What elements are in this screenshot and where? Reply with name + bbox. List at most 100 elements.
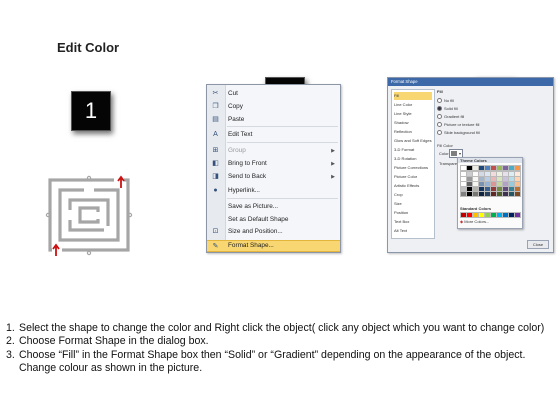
submenu-arrow-icon: ▶ [331, 161, 335, 167]
instructions-list: 1. Select the shape to change the color a… [6, 322, 554, 376]
scissors-icon: ✂ [212, 90, 219, 97]
more-colors-label: More Colors... [464, 219, 490, 224]
menu-item-label: Hyperlink... [228, 187, 260, 194]
menu-item-label: Cut [228, 90, 238, 97]
menu-separator [227, 126, 338, 127]
instruction-text: Choose Format Shape in the dialog box. [19, 335, 209, 348]
theme-colors-label: Theme Colors [458, 158, 522, 163]
step-badge-1: 1 [71, 91, 111, 131]
maze-shape[interactable] [44, 174, 134, 256]
menu-item-label: Edit Text [228, 131, 253, 138]
instruction-step: 3. Choose “Fill” in the Format Shape box … [6, 349, 554, 376]
nav-item-line-style[interactable]: Line Style [394, 110, 432, 118]
standard-color-swatch[interactable] [514, 212, 521, 218]
fill-option-label: Slide background fill [444, 130, 480, 135]
bring-front-icon: ◧ [212, 160, 219, 167]
instruction-number: 2. [6, 335, 15, 348]
menu-item-copy[interactable]: ❐ Copy [207, 101, 340, 113]
radio-icon [437, 98, 442, 104]
more-colors-link[interactable]: ◆ More Colors... [460, 219, 489, 224]
menu-item-label: Paste [228, 116, 245, 123]
nav-item-shadow[interactable]: Shadow [394, 119, 432, 127]
size-position-icon: ⊡ [212, 228, 219, 235]
instruction-number: 3. [6, 348, 15, 361]
menu-separator [227, 142, 338, 143]
nav-item-fill[interactable]: Fill [394, 92, 432, 100]
menu-item-set-as-default-shape[interactable]: Set as Default Shape [207, 214, 340, 226]
radio-icon [437, 122, 442, 128]
fill-option-no-fill[interactable]: No fill [437, 98, 455, 104]
send-back-icon: ◨ [212, 173, 219, 180]
close-button[interactable]: Close [527, 240, 549, 249]
fill-option-solid-fill[interactable]: Solid fill [437, 106, 458, 112]
nav-item-line-color[interactable]: Line Color [394, 101, 432, 109]
menu-item-group[interactable]: ⊞ Group ▶ [207, 145, 340, 157]
menu-item-hyperlink[interactable]: ● Hyperlink... [207, 185, 340, 197]
nav-item-3-d-format[interactable]: 3-D Format [394, 146, 432, 154]
menu-item-label: Size and Position... [228, 228, 283, 235]
nav-item-picture-color[interactable]: Picture Color [394, 173, 432, 181]
nav-item-glow-and-soft-edges[interactable]: Glow and Soft Edges [394, 137, 432, 145]
menu-item-send-to-back[interactable]: ◨ Send to Back ▶ [207, 171, 340, 183]
format-shape-dialog: Format Shape Fill Line Color Line Style Sha… [387, 77, 554, 253]
nav-item-picture-corrections[interactable]: Picture Corrections [394, 164, 432, 172]
menu-item-label: Save as Picture... [228, 203, 279, 210]
menu-item-label: Copy [228, 103, 243, 110]
nav-item-size[interactable]: Size [394, 200, 432, 208]
menu-item-label: Send to Back [228, 173, 267, 180]
maze-icon [45, 175, 133, 256]
instruction-step: 1. Select the shape to change the color a… [6, 322, 554, 335]
menu-item-cut[interactable]: ✂ Cut [207, 88, 340, 100]
dialog-nav-list: Fill Line Color Line Style Shadow Reflection… [391, 89, 435, 239]
fill-option-label: No fill [444, 98, 455, 103]
edit-text-icon: A [213, 131, 218, 138]
page-title: Edit Color [57, 40, 120, 55]
fill-option-slide-background-fill[interactable]: Slide background fill [437, 130, 480, 136]
instruction-number: 1. [6, 322, 15, 334]
menu-item-edit-text[interactable]: A Edit Text [207, 129, 340, 141]
nav-item-text-box[interactable]: Text Box [394, 218, 432, 226]
fill-color-heading: Fill Color [437, 143, 453, 148]
menu-item-label: Format Shape... [228, 242, 274, 249]
color-swatch[interactable] [514, 191, 521, 197]
nav-item-reflection[interactable]: Reflection [394, 128, 432, 136]
radio-icon [437, 130, 442, 136]
fill-option-label: Picture or texture fill [444, 122, 480, 127]
menu-item-format-shape[interactable]: ✎ Format Shape... [207, 240, 340, 252]
submenu-arrow-icon: ▶ [331, 174, 335, 180]
menu-item-paste[interactable]: ▤ Paste [207, 114, 340, 126]
standard-colors-label: Standard Colors [460, 206, 492, 211]
nav-item-crop[interactable]: Crop [394, 191, 432, 199]
palette-icon: ◆ [460, 219, 464, 224]
nav-item-artistic-effects[interactable]: Artistic Effects [394, 182, 432, 190]
radio-icon [437, 106, 442, 112]
menu-separator [227, 198, 338, 199]
paste-icon: ▤ [212, 116, 219, 123]
chevron-down-icon: ▾ [458, 151, 461, 156]
fill-option-gradient-fill[interactable]: Gradient fill [437, 114, 465, 120]
menu-item-label: Set as Default Shape [228, 216, 289, 223]
menu-item-size-and-position[interactable]: ⊡ Size and Position... [207, 226, 340, 238]
context-menu: ✂ Cut ❐ Copy ▤ Paste A Edit Text ⊞ Group ▶ ◧ Bring t… [206, 84, 341, 253]
menu-item-label: Bring to Front [228, 160, 267, 167]
fill-option-label: Solid fill [444, 106, 458, 111]
radio-icon [437, 114, 442, 120]
nav-item-alt-text[interactable]: Alt Text [394, 227, 432, 235]
nav-item-3-d-rotation[interactable]: 3-D Rotation [394, 155, 432, 163]
instruction-step: 2. Choose Format Shape in the dialog box. [6, 335, 554, 348]
nav-item-position[interactable]: Position [394, 209, 432, 217]
fill-option-picture-or-texture-fill[interactable]: Picture or texture fill [437, 122, 480, 128]
menu-item-save-as-picture[interactable]: Save as Picture... [207, 201, 340, 213]
instruction-text: Select the shape to change the color and… [19, 322, 545, 334]
fill-option-label: Gradient fill [444, 114, 465, 119]
color-swatch [451, 151, 457, 156]
format-shape-icon: ✎ [212, 243, 219, 250]
menu-item-bring-to-front[interactable]: ◧ Bring to Front ▶ [207, 158, 340, 170]
copy-icon: ❐ [212, 103, 219, 110]
instruction-text: Choose “Fill” in the Format Shape box th… [19, 348, 526, 375]
group-icon: ⊞ [212, 147, 219, 154]
submenu-arrow-icon: ▶ [331, 148, 335, 154]
fill-pane: Fill Fill Color Color: ▾ Transparency: T… [437, 89, 547, 237]
color-palette-dropdown: Theme Colors Standard Colors ◆ More Colo… [457, 157, 523, 229]
menu-item-label: Group [228, 147, 246, 154]
